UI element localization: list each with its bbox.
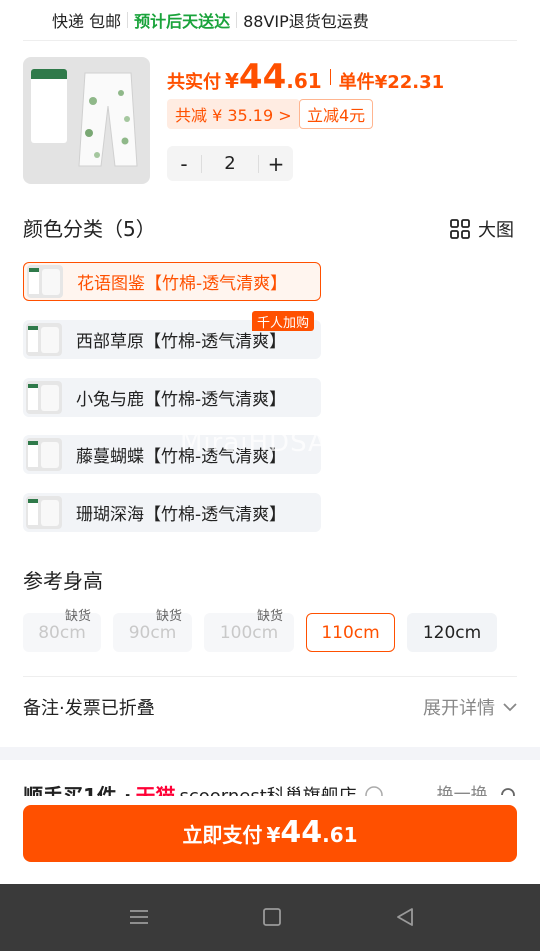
- unit-label: 单件: [338, 72, 375, 93]
- currency-symbol: ¥: [266, 823, 281, 847]
- expand-label: 展开详情: [423, 698, 495, 719]
- price-integer: 44: [238, 57, 287, 97]
- pay-label: 立即支付: [182, 823, 263, 847]
- divider: [23, 676, 517, 677]
- big-image-toggle[interactable]: 大图: [450, 216, 514, 242]
- pants-icon: [78, 72, 138, 167]
- out-of-stock-label: 缺货: [257, 609, 284, 624]
- tag-card-icon: [31, 69, 67, 143]
- delivery-estimate: 预计后天送达: [134, 12, 231, 31]
- size-section-title: 参考身高: [23, 569, 103, 593]
- hot-badge: 千人加购: [252, 311, 315, 331]
- swap-button[interactable]: 换一换: [437, 780, 517, 796]
- coupon-badge: 立减4元: [299, 99, 374, 129]
- decrease-button[interactable]: -: [167, 152, 201, 176]
- section-gap: [0, 747, 540, 760]
- size-option[interactable]: 110cm: [306, 613, 395, 652]
- pay-price-decimal: .61: [322, 823, 358, 847]
- system-nav-bar: [0, 884, 540, 951]
- upsell-title: 顺手买1件 ·: [23, 784, 132, 796]
- shipping-express: 快递 包邮: [52, 12, 122, 31]
- color-swatch: [26, 438, 62, 471]
- home-icon[interactable]: [262, 906, 282, 928]
- color-option-label: 珊瑚深海【竹棉-透气清爽】: [76, 505, 287, 525]
- price-label: 共实付: [167, 72, 221, 93]
- color-option[interactable]: 小兔与鹿【竹棉-透气清爽】: [23, 378, 321, 417]
- color-swatch: [26, 323, 62, 356]
- color-swatch: [27, 265, 63, 298]
- color-section-title: 颜色分类（5）: [23, 217, 156, 241]
- refresh-icon: [501, 788, 515, 796]
- color-option[interactable]: 花语图鉴【竹棉-透气清爽】: [23, 262, 321, 301]
- currency-symbol: ¥: [225, 69, 239, 93]
- color-option-label: 花语图鉴【竹棉-透气清爽】: [77, 274, 288, 294]
- tmall-label: 天猫: [135, 784, 176, 796]
- total-price: 共实付 ¥ 44 .61 单件 ¥22.31: [167, 60, 444, 94]
- upsell-header: 顺手买1件 · 天猫 scoornest科巢旗舰店 换一换: [23, 778, 517, 796]
- back-icon[interactable]: [395, 906, 415, 928]
- vip-return-info: 88VIP退货包运费: [243, 12, 369, 31]
- unit-price: ¥22.31: [374, 72, 445, 93]
- shipping-info-row: 快递 包邮 预计后天送达 88VIP退货包运费: [0, 0, 540, 40]
- grid-icon: [450, 219, 470, 239]
- swap-label: 换一换: [436, 785, 488, 796]
- notes-label: 备注·发票已折叠: [23, 698, 155, 719]
- notes-row[interactable]: 备注·发票已折叠 展开详情: [23, 694, 517, 720]
- store-name[interactable]: scoornest科巢旗舰店: [179, 782, 356, 797]
- out-of-stock-label: 缺货: [156, 609, 183, 624]
- menu-icon[interactable]: [128, 906, 150, 928]
- increase-button[interactable]: +: [259, 152, 293, 176]
- watermark: MiraiHDSA: [180, 428, 327, 458]
- price-decimal: .61: [286, 69, 322, 93]
- divider: [236, 12, 238, 28]
- color-swatch: [26, 496, 62, 529]
- divider: [127, 12, 129, 28]
- pay-now-button[interactable]: 立即支付 ¥ 44 .61: [23, 805, 517, 862]
- product-image[interactable]: [23, 57, 150, 184]
- big-image-label: 大图: [478, 220, 514, 241]
- expand-details-button[interactable]: 展开详情: [423, 694, 517, 720]
- discount-detail-button[interactable]: 共减 ¥ 35.19 >: [167, 99, 300, 129]
- color-swatch: [26, 381, 62, 414]
- out-of-stock-label: 缺货: [65, 609, 92, 624]
- chevron-down-icon: [503, 702, 517, 711]
- quantity-stepper: - 2 +: [167, 146, 293, 181]
- quantity-input[interactable]: 2: [201, 154, 259, 173]
- divider: [23, 40, 517, 41]
- pay-price-integer: 44: [280, 815, 323, 850]
- color-option[interactable]: 珊瑚深海【竹棉-透气清爽】: [23, 493, 321, 532]
- color-option-label: 小兔与鹿【竹棉-透气清爽】: [76, 390, 287, 410]
- size-option[interactable]: 120cm: [407, 613, 497, 652]
- divider: [329, 69, 331, 85]
- help-icon[interactable]: [365, 785, 383, 797]
